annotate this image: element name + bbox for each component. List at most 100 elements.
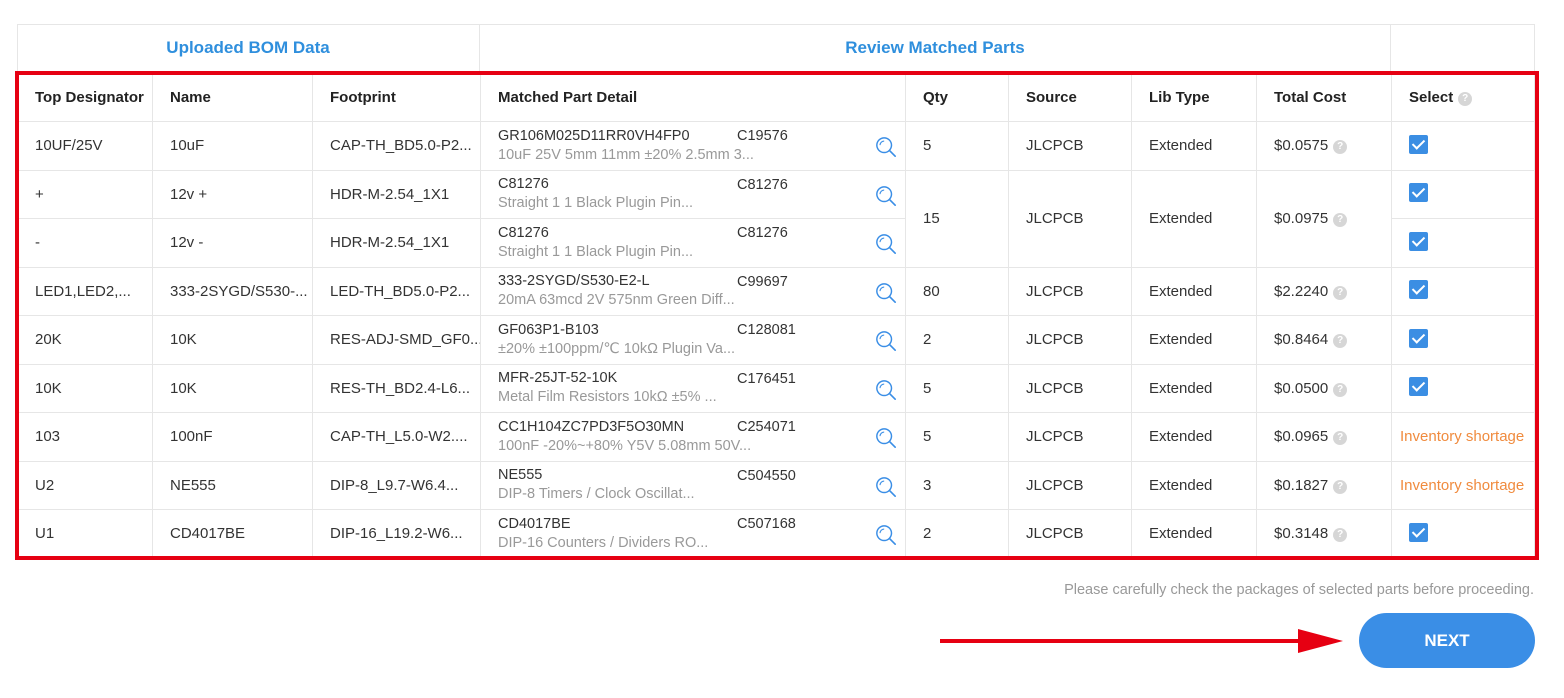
checkbox-checked-icon[interactable] <box>1409 280 1428 300</box>
lib-type-cell: Extended <box>1131 266 1257 316</box>
name-cell: 100nF <box>152 412 313 462</box>
lib-type-cell: Extended <box>1131 412 1257 462</box>
magnifier-icon[interactable] <box>875 427 897 449</box>
magnifier-icon[interactable] <box>875 185 897 207</box>
checkbox-checked-icon[interactable] <box>1409 183 1428 203</box>
part-description: 10uF 25V 5mm 11mm ±20% 2.5mm 3... <box>498 146 754 163</box>
qty-cell: 5 <box>905 412 1009 462</box>
name-cell: 10uF <box>152 121 313 171</box>
cost-value: $2.2240 <box>1274 282 1329 300</box>
source-cell: JLCPCB <box>1008 315 1132 365</box>
select-cell <box>1391 509 1536 559</box>
part-description: Straight 1 1 Black Plugin Pin... <box>498 195 694 212</box>
name-cell: 12v + <box>152 169 313 219</box>
footprint-cell: DIP-16_L19.2-W6... <box>312 509 481 559</box>
part-number: CC1H104ZC7PD3F5O30MN <box>498 418 685 435</box>
part-description: 100nF -20%~+80% Y5V 5.08mm 50V... <box>498 437 752 454</box>
magnifier-icon[interactable] <box>875 136 897 158</box>
col-qty: Qty <box>905 72 1009 122</box>
total-cost-cell: $0.0575? <box>1256 121 1392 171</box>
lib-type-cell: Extended <box>1131 169 1257 268</box>
source-cell: JLCPCB <box>1008 460 1132 510</box>
table-row: 10K 10K RES-TH_BD2.4-L6... MFR-25JT-52-10K… <box>17 363 1536 413</box>
part-description: DIP-8 Timers / Clock Oscillat... <box>498 486 695 503</box>
col-matched-part-detail: Matched Part Detail <box>480 72 906 122</box>
source-cell: JLCPCB <box>1008 412 1132 462</box>
table-row: 103 100nF CAP-TH_L5.0-W2.... CC1H104ZC7PD3… <box>17 412 1536 462</box>
checkbox-checked-icon[interactable] <box>1409 377 1428 397</box>
uploaded-bom-header: Uploaded BOM Data <box>17 24 480 72</box>
select-cell <box>1391 169 1536 219</box>
magnifier-icon[interactable] <box>875 233 897 255</box>
total-cost-cell: $0.0975? <box>1256 169 1392 268</box>
lib-type-cell: Extended <box>1131 460 1257 510</box>
question-circle-icon[interactable]: ? <box>1458 91 1473 106</box>
part-description: Straight 1 1 Black Plugin Pin... <box>498 243 694 260</box>
question-circle-icon[interactable]: ? <box>1333 528 1348 543</box>
lcsc-code: C128081 <box>737 322 796 338</box>
designator-cell: U1 <box>17 509 153 559</box>
checkbox-checked-icon[interactable] <box>1409 522 1428 542</box>
part-description: 20mA 63mcd 2V 575nm Green Diff... <box>498 292 735 309</box>
lcsc-code: C81276 <box>737 225 788 241</box>
magnifier-icon[interactable] <box>875 524 897 546</box>
lib-type-cell: Extended <box>1131 315 1257 365</box>
checkbox-checked-icon[interactable] <box>1409 134 1428 154</box>
select-cell <box>1391 363 1536 413</box>
red-arrow-annotation <box>940 629 1343 653</box>
question-circle-icon[interactable]: ? <box>1333 382 1348 397</box>
select-cell <box>1391 266 1536 316</box>
part-number: 333-2SYGD/S530-E2-L <box>498 273 650 290</box>
total-cost-cell: $0.1827? <box>1256 460 1392 510</box>
question-circle-icon[interactable]: ? <box>1333 334 1348 349</box>
table-row: 20K 10K RES-ADJ-SMD_GF0... GF063P1-B103 ±2… <box>17 315 1536 365</box>
matched-part-cell: C81276 Straight 1 1 Black Plugin Pin... … <box>480 169 906 219</box>
question-circle-icon[interactable]: ? <box>1333 213 1348 227</box>
qty-cell: 80 <box>905 266 1009 316</box>
lib-type-cell: Extended <box>1131 509 1257 559</box>
question-circle-icon[interactable]: ? <box>1333 140 1348 155</box>
total-cost-cell: $0.0500? <box>1256 363 1392 413</box>
lcsc-code: C504550 <box>737 467 796 484</box>
qty-cell: 15 <box>905 169 1009 268</box>
designator-cell: 103 <box>17 412 153 462</box>
qty-cell: 5 <box>905 121 1009 171</box>
question-circle-icon[interactable]: ? <box>1333 431 1348 446</box>
magnifier-icon[interactable] <box>875 379 897 401</box>
next-button[interactable]: NEXT <box>1359 613 1535 668</box>
magnifier-icon[interactable] <box>875 330 897 352</box>
source-cell: JLCPCB <box>1008 363 1132 413</box>
magnifier-icon[interactable] <box>875 282 897 304</box>
name-cell: 12v - <box>152 218 313 268</box>
lcsc-code: C19576 <box>737 128 788 144</box>
checkbox-checked-icon[interactable] <box>1409 328 1428 348</box>
designator-cell: + <box>17 169 153 219</box>
part-number: GR106M025D11RR0VH4FP0 <box>498 127 690 144</box>
col-footprint: Footprint <box>312 72 481 122</box>
source-cell: JLCPCB <box>1008 169 1132 268</box>
question-circle-icon[interactable]: ? <box>1333 479 1348 494</box>
select-cell <box>1391 121 1536 171</box>
magnifier-icon[interactable] <box>875 476 897 498</box>
total-cost-cell: $2.2240? <box>1256 266 1392 316</box>
cost-value: $0.1827 <box>1274 476 1329 494</box>
name-cell: NE555 <box>152 460 313 510</box>
footprint-cell: HDR-M-2.54_1X1 <box>312 218 481 268</box>
part-description: ±20% ±100ppm/℃ 10kΩ Plugin Va... <box>498 340 736 357</box>
source-cell: JLCPCB <box>1008 121 1132 171</box>
footprint-cell: DIP-8_L9.7-W6.4... <box>312 460 481 510</box>
question-circle-icon[interactable]: ? <box>1333 285 1348 300</box>
matched-part-cell: MFR-25JT-52-10K Metal Film Resistors 10k… <box>480 363 906 413</box>
name-cell: 10K <box>152 315 313 365</box>
matched-part-cell: GR106M025D11RR0VH4FP0 10uF 25V 5mm 11mm … <box>480 121 906 171</box>
col-source: Source <box>1008 72 1132 122</box>
footprint-cell: CAP-TH_BD5.0-P2... <box>312 121 481 171</box>
designator-cell: LED1,LED2,... <box>17 266 153 316</box>
package-check-note: Please carefully check the packages of s… <box>1064 582 1534 598</box>
checkbox-checked-icon[interactable] <box>1409 231 1428 251</box>
cost-value: $0.0575 <box>1274 137 1329 155</box>
matched-part-cell: GF063P1-B103 ±20% ±100ppm/℃ 10kΩ Plugin … <box>480 315 906 365</box>
name-cell: 333-2SYGD/S530-... <box>152 266 313 316</box>
qty-cell: 5 <box>905 363 1009 413</box>
col-select: Select? <box>1391 72 1536 122</box>
